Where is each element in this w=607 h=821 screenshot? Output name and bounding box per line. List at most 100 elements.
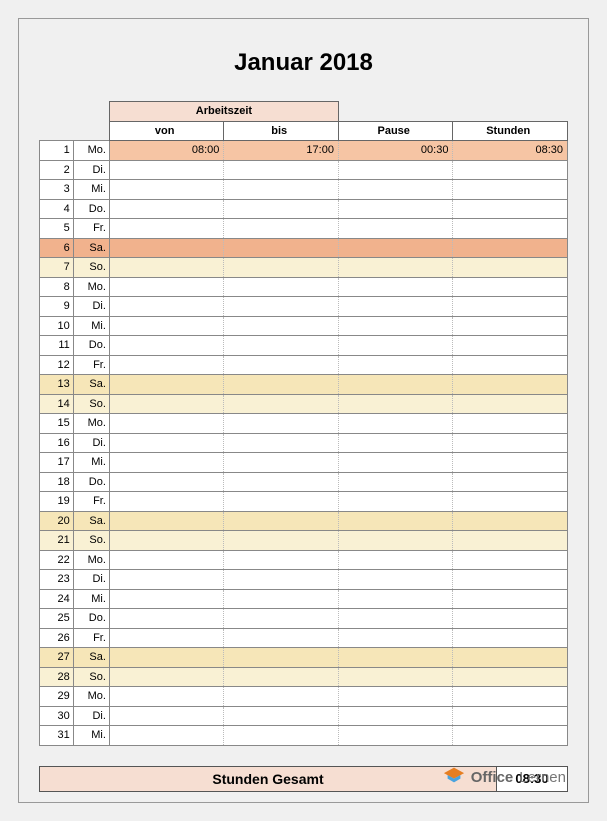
cell-bis[interactable] bbox=[224, 531, 339, 551]
table-row: 31Mi. bbox=[40, 726, 568, 746]
cell-von[interactable]: 08:00 bbox=[109, 141, 224, 161]
cell-bis[interactable] bbox=[224, 180, 339, 200]
cell-bis[interactable] bbox=[224, 433, 339, 453]
cell-bis[interactable] bbox=[224, 297, 339, 317]
cell-pause[interactable] bbox=[338, 238, 453, 258]
cell-bis[interactable] bbox=[224, 355, 339, 375]
header-bis: bis bbox=[224, 121, 339, 141]
cell-bis[interactable] bbox=[224, 160, 339, 180]
cell-von[interactable] bbox=[109, 511, 224, 531]
cell-von[interactable] bbox=[109, 277, 224, 297]
cell-bis[interactable] bbox=[224, 453, 339, 473]
cell-von[interactable] bbox=[109, 667, 224, 687]
cell-pause[interactable] bbox=[338, 258, 453, 278]
cell-von[interactable] bbox=[109, 180, 224, 200]
cell-von[interactable] bbox=[109, 238, 224, 258]
cell-bis[interactable] bbox=[224, 550, 339, 570]
cell-pause[interactable] bbox=[338, 414, 453, 434]
cell-pause[interactable] bbox=[338, 726, 453, 746]
cell-pause[interactable] bbox=[338, 277, 453, 297]
cell-pause[interactable] bbox=[338, 570, 453, 590]
cell-pause[interactable] bbox=[338, 199, 453, 219]
cell-bis[interactable] bbox=[224, 726, 339, 746]
cell-pause[interactable] bbox=[338, 531, 453, 551]
cell-pause[interactable] bbox=[338, 394, 453, 414]
cell-bis[interactable] bbox=[224, 667, 339, 687]
cell-von[interactable] bbox=[109, 355, 224, 375]
cell-bis[interactable] bbox=[224, 628, 339, 648]
cell-pause[interactable] bbox=[338, 453, 453, 473]
cell-von[interactable] bbox=[109, 297, 224, 317]
cell-bis[interactable]: 17:00 bbox=[224, 141, 339, 161]
cell-von[interactable] bbox=[109, 609, 224, 629]
cell-von[interactable] bbox=[109, 199, 224, 219]
cell-pause[interactable] bbox=[338, 706, 453, 726]
cell-von[interactable] bbox=[109, 706, 224, 726]
cell-von[interactable] bbox=[109, 336, 224, 356]
cell-von[interactable] bbox=[109, 550, 224, 570]
cell-pause[interactable] bbox=[338, 511, 453, 531]
cell-bis[interactable] bbox=[224, 511, 339, 531]
cell-bis[interactable] bbox=[224, 570, 339, 590]
cell-bis[interactable] bbox=[224, 199, 339, 219]
cell-bis[interactable] bbox=[224, 472, 339, 492]
cell-von[interactable] bbox=[109, 589, 224, 609]
cell-von[interactable] bbox=[109, 219, 224, 239]
cell-pause[interactable] bbox=[338, 433, 453, 453]
cell-bis[interactable] bbox=[224, 238, 339, 258]
cell-von[interactable] bbox=[109, 453, 224, 473]
cell-pause[interactable] bbox=[338, 609, 453, 629]
cell-bis[interactable] bbox=[224, 219, 339, 239]
cell-pause[interactable] bbox=[338, 219, 453, 239]
cell-bis[interactable] bbox=[224, 258, 339, 278]
cell-pause[interactable] bbox=[338, 180, 453, 200]
cell-von[interactable] bbox=[109, 628, 224, 648]
cell-bis[interactable] bbox=[224, 394, 339, 414]
cell-pause[interactable]: 00:30 bbox=[338, 141, 453, 161]
cell-pause[interactable] bbox=[338, 375, 453, 395]
cell-pause[interactable] bbox=[338, 160, 453, 180]
cell-pause[interactable] bbox=[338, 550, 453, 570]
cell-von[interactable] bbox=[109, 648, 224, 668]
cell-bis[interactable] bbox=[224, 589, 339, 609]
cell-von[interactable] bbox=[109, 316, 224, 336]
cell-bis[interactable] bbox=[224, 336, 339, 356]
cell-pause[interactable] bbox=[338, 628, 453, 648]
cell-von[interactable] bbox=[109, 160, 224, 180]
cell-bis[interactable] bbox=[224, 414, 339, 434]
cell-pause[interactable] bbox=[338, 667, 453, 687]
cell-pause[interactable] bbox=[338, 355, 453, 375]
blank bbox=[73, 121, 109, 141]
cell-bis[interactable] bbox=[224, 609, 339, 629]
cell-von[interactable] bbox=[109, 472, 224, 492]
cell-bis[interactable] bbox=[224, 648, 339, 668]
cell-bis[interactable] bbox=[224, 375, 339, 395]
day-name: Mi. bbox=[73, 589, 109, 609]
cell-von[interactable] bbox=[109, 492, 224, 512]
cell-von[interactable] bbox=[109, 433, 224, 453]
cell-von[interactable] bbox=[109, 375, 224, 395]
blank bbox=[453, 102, 568, 122]
cell-von[interactable] bbox=[109, 570, 224, 590]
cell-bis[interactable] bbox=[224, 492, 339, 512]
cell-pause[interactable] bbox=[338, 589, 453, 609]
cell-von[interactable] bbox=[109, 726, 224, 746]
cell-pause[interactable] bbox=[338, 687, 453, 707]
cell-pause[interactable] bbox=[338, 472, 453, 492]
cell-bis[interactable] bbox=[224, 706, 339, 726]
cell-bis[interactable] bbox=[224, 687, 339, 707]
header-row-1: Arbeitszeit bbox=[40, 102, 568, 122]
cell-von[interactable] bbox=[109, 414, 224, 434]
cell-von[interactable] bbox=[109, 258, 224, 278]
cell-von[interactable] bbox=[109, 531, 224, 551]
cell-pause[interactable] bbox=[338, 297, 453, 317]
cell-von[interactable] bbox=[109, 687, 224, 707]
cell-pause[interactable] bbox=[338, 316, 453, 336]
cell-bis[interactable] bbox=[224, 316, 339, 336]
cell-pause[interactable] bbox=[338, 648, 453, 668]
cell-stunden bbox=[453, 433, 568, 453]
cell-pause[interactable] bbox=[338, 336, 453, 356]
cell-von[interactable] bbox=[109, 394, 224, 414]
cell-bis[interactable] bbox=[224, 277, 339, 297]
cell-pause[interactable] bbox=[338, 492, 453, 512]
